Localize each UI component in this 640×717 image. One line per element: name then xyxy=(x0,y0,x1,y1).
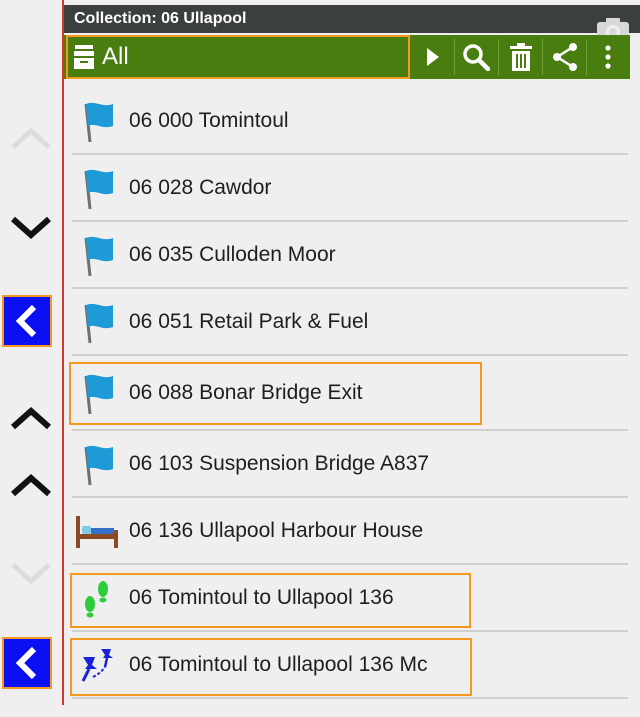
bed-icon xyxy=(76,515,118,548)
list-item[interactable]: 06 136 Ullapool Harbour House xyxy=(72,498,628,565)
overflow-menu-icon xyxy=(605,45,611,69)
delete-button[interactable] xyxy=(500,35,542,79)
search-button[interactable] xyxy=(455,35,497,79)
list-item[interactable]: 06 035 Culloden Moor xyxy=(72,222,628,289)
side-rail xyxy=(0,0,62,717)
route-pins-icon xyxy=(81,648,113,682)
chevron-left-icon xyxy=(15,646,37,680)
toolbar-separator xyxy=(498,39,499,75)
list-item-label: 06 035 Culloden Moor xyxy=(129,242,336,266)
scroll-top-button[interactable] xyxy=(5,112,57,164)
page-down-button[interactable] xyxy=(5,202,57,254)
flag-icon xyxy=(84,445,113,485)
list-item-label: 06 103 Suspension Bridge A837 xyxy=(129,451,430,475)
search-icon xyxy=(463,44,490,71)
rail-divider xyxy=(62,0,64,705)
list-item-label: 06 051 Retail Park & Fuel xyxy=(129,309,369,333)
list-item-label: 06 Tomintoul to Ullapool 136 xyxy=(129,585,394,609)
move-up-step-button[interactable] xyxy=(5,459,57,511)
list-item-label: 06 136 Ullapool Harbour House xyxy=(129,518,424,542)
move-down-button[interactable] xyxy=(5,548,57,600)
collection-list: 06 000 Tomintoul 06 028 Cawdor 06 035 Cu… xyxy=(72,88,628,699)
play-icon xyxy=(427,48,439,66)
filter-label: All xyxy=(102,43,129,70)
list-item[interactable]: 06 028 Cawdor xyxy=(72,155,628,222)
list-item-label: 06 028 Cawdor xyxy=(129,175,272,199)
play-button[interactable] xyxy=(412,35,454,79)
list-item-selected[interactable]: 06 Tomintoul to Ullapool 136 xyxy=(72,565,628,632)
chevron-down-icon xyxy=(11,563,51,585)
list-item-label: 06 Tomintoul to Ullapool 136 Mc xyxy=(129,652,428,676)
chevron-left-icon xyxy=(15,304,37,338)
list-item-label: 06 088 Bonar Bridge Exit xyxy=(129,380,363,404)
trash-icon xyxy=(510,43,532,71)
overflow-menu-button[interactable] xyxy=(587,35,629,79)
flag-icon xyxy=(84,374,113,414)
archive-icon xyxy=(74,45,94,69)
collection-title: Collection: 06 Ullapool xyxy=(64,5,640,33)
toolbar: All xyxy=(64,35,630,79)
toolbar-separator xyxy=(542,39,543,75)
list-item[interactable]: 06 051 Retail Park & Fuel xyxy=(72,289,628,356)
list-item[interactable]: 06 000 Tomintoul xyxy=(72,88,628,155)
collapse-left-button-bottom[interactable] xyxy=(2,637,52,689)
share-button[interactable] xyxy=(544,35,586,79)
collapse-left-button[interactable] xyxy=(2,295,52,347)
list-item-selected[interactable]: 06 088 Bonar Bridge Exit xyxy=(72,356,628,431)
list-item-selected[interactable]: 06 Tomintoul to Ullapool 136 Mc xyxy=(72,632,628,699)
move-up-button[interactable] xyxy=(5,392,57,444)
list-item[interactable]: 06 103 Suspension Bridge A837 xyxy=(72,431,628,498)
list-item-label: 06 000 Tomintoul xyxy=(129,108,289,132)
flag-icon xyxy=(84,169,113,209)
filter-selector[interactable]: All xyxy=(66,35,410,79)
chevron-down-icon xyxy=(11,216,51,240)
footprints-icon xyxy=(85,580,108,617)
chevron-up-icon xyxy=(11,473,51,497)
flag-icon xyxy=(84,236,113,276)
chevron-up-icon xyxy=(11,127,51,149)
chevron-up-icon xyxy=(11,406,51,430)
flag-icon xyxy=(84,303,113,343)
share-icon xyxy=(553,43,577,71)
flag-icon xyxy=(84,102,113,142)
